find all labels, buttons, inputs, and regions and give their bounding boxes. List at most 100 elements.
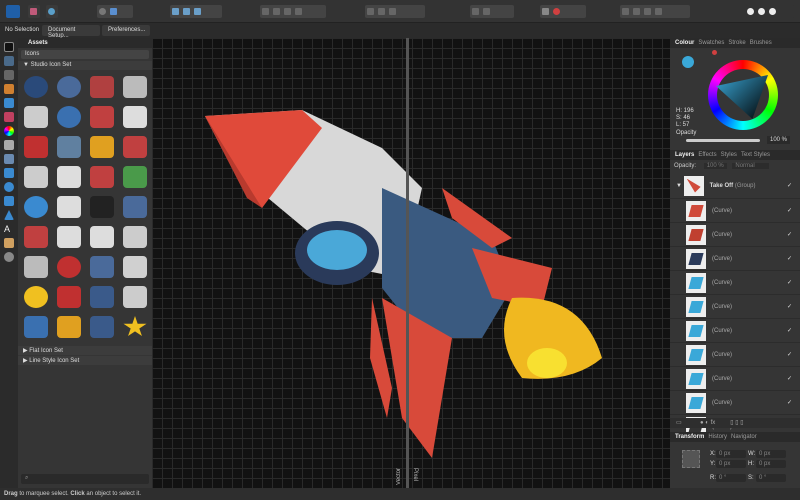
asset-globe-icon[interactable] [24, 196, 48, 218]
colour-buttons[interactable] [540, 5, 586, 18]
tab-styles[interactable]: Styles [721, 152, 737, 158]
asset-mouse-icon[interactable] [123, 286, 147, 308]
pencil-tool-icon[interactable] [4, 98, 14, 108]
transparency-tool-icon[interactable] [4, 140, 14, 150]
export-persona-icon[interactable] [46, 5, 58, 18]
tab-swatches[interactable]: Swatches [698, 40, 724, 46]
pen-tool-icon[interactable] [4, 84, 14, 94]
layer-item[interactable]: (Curve) ✓ [670, 247, 800, 271]
layer-opacity-value[interactable]: 100 % [703, 163, 727, 169]
layer-item[interactable]: (Curve) ✓ [670, 319, 800, 343]
blend-mode-select[interactable]: Normal [732, 163, 769, 169]
asset-shirt-icon[interactable] [90, 286, 114, 308]
layer-group[interactable]: ▼ Take Off (Group) ✓ [670, 173, 800, 199]
triangle-tool-icon[interactable] [4, 210, 14, 220]
asset-puzzle-icon[interactable] [123, 196, 147, 218]
snapping-buttons[interactable] [170, 5, 222, 18]
studio-buttons[interactable] [745, 5, 795, 18]
tab-stroke[interactable]: Stroke [728, 40, 745, 46]
visibility-check[interactable]: ✓ [787, 399, 792, 406]
visibility-check[interactable]: ✓ [787, 327, 792, 334]
pixel-persona-icon[interactable] [28, 5, 40, 18]
tab-history[interactable]: History [708, 434, 727, 440]
crop-tool-icon[interactable] [4, 154, 14, 164]
assistant-buttons[interactable] [97, 5, 133, 18]
split-view-divider[interactable] [406, 38, 409, 488]
opacity-slider[interactable] [686, 139, 760, 142]
asset-disk-icon[interactable] [90, 316, 114, 338]
asset-pen-icon[interactable] [123, 256, 147, 278]
tab-layers[interactable]: Layers [675, 152, 694, 158]
asset-chat-icon[interactable] [123, 226, 147, 248]
asset-gear-icon[interactable] [24, 76, 48, 98]
preferences-button[interactable]: Preferences... [102, 25, 150, 36]
tab-colour[interactable]: Colour [675, 40, 694, 46]
asset-battery-icon[interactable] [24, 136, 48, 158]
asset-building-icon[interactable] [57, 166, 81, 188]
fill-swatch[interactable] [682, 56, 694, 68]
asset-tools-icon[interactable] [90, 76, 114, 98]
transform-buttons[interactable] [470, 5, 514, 18]
section-flat-icon-set[interactable]: ▶ Flat Icon Set [18, 346, 152, 355]
layer-item[interactable]: (Curve) ✓ [670, 223, 800, 247]
align-buttons[interactable] [365, 5, 425, 18]
brush-tool-icon[interactable] [4, 112, 14, 122]
asset-target-icon[interactable] [57, 256, 81, 278]
asset-bulb-icon[interactable] [24, 286, 48, 308]
rocket-artwork[interactable] [152, 38, 670, 488]
tab-navigator[interactable]: Navigator [731, 434, 757, 440]
asset-gauge-icon[interactable] [57, 76, 81, 98]
text-tool-icon[interactable]: A [4, 224, 14, 234]
tab-text-styles[interactable]: Text Styles [741, 152, 770, 158]
h-field[interactable]: 0 px [756, 460, 786, 468]
asset-browser-icon[interactable] [24, 316, 48, 338]
asset-camera-icon[interactable] [57, 136, 81, 158]
boolean-buttons[interactable] [620, 5, 690, 18]
asset-shuttle-icon[interactable] [90, 256, 114, 278]
asset-magnifier-icon[interactable] [57, 106, 81, 128]
asset-rocket-icon[interactable] [90, 106, 114, 128]
visibility-check[interactable]: ✓ [787, 279, 792, 286]
asset-category-select[interactable]: Icons [21, 50, 149, 59]
asset-lock-icon[interactable] [24, 166, 48, 188]
layer-item[interactable]: (Curve) ✓ [670, 295, 800, 319]
tab-effects[interactable]: Effects [698, 152, 716, 158]
asset-bars-icon[interactable] [90, 166, 114, 188]
rectangle-tool-icon[interactable] [4, 168, 14, 178]
asset-chess-icon[interactable] [90, 196, 114, 218]
visibility-check[interactable]: ✓ [787, 351, 792, 358]
canvas[interactable]: Vector Pixel [152, 38, 670, 488]
visibility-check[interactable]: ✓ [787, 182, 792, 189]
shear-field[interactable]: 0 ° [756, 474, 786, 482]
colour-wheel[interactable] [708, 60, 778, 130]
ellipse-tool-icon[interactable] [4, 182, 14, 192]
arrange-buttons[interactable] [260, 5, 326, 18]
visibility-check[interactable]: ✓ [787, 207, 792, 214]
asset-wifi-icon[interactable] [90, 136, 114, 158]
asset-trophy-icon[interactable] [57, 316, 81, 338]
w-field[interactable]: 0 px [756, 450, 786, 458]
rotation-field[interactable]: 0 ° [716, 474, 746, 482]
asset-chart-icon[interactable] [123, 136, 147, 158]
artboard-tool-icon[interactable] [4, 56, 14, 66]
visibility-check[interactable]: ✓ [787, 303, 792, 310]
layer-item[interactable]: (Curve) ✓ [670, 391, 800, 415]
y-field[interactable]: 0 px [716, 460, 746, 468]
anchor-selector[interactable] [682, 450, 700, 468]
visibility-check[interactable]: ✓ [787, 255, 792, 262]
opacity-value[interactable]: 100 % [767, 136, 791, 144]
asset-document-icon[interactable] [57, 196, 81, 218]
layer-item[interactable]: (Curve) ✓ [670, 271, 800, 295]
fill-tool-icon[interactable] [4, 126, 14, 136]
asset-flashlight-icon[interactable] [123, 106, 147, 128]
asset-star-icon[interactable] [123, 316, 147, 337]
visibility-check[interactable]: ✓ [787, 231, 792, 238]
move-tool-icon[interactable] [4, 42, 14, 52]
document-setup-button[interactable]: Document Setup... [42, 25, 100, 39]
asset-search-input[interactable]: ⌕ [21, 474, 149, 484]
layer-item[interactable]: (Curve) ✓ [670, 343, 800, 367]
asset-hook-icon[interactable] [24, 106, 48, 128]
asset-money-icon[interactable] [123, 166, 147, 188]
visibility-check[interactable]: ✓ [787, 375, 792, 382]
asset-mail-icon[interactable] [90, 226, 114, 248]
